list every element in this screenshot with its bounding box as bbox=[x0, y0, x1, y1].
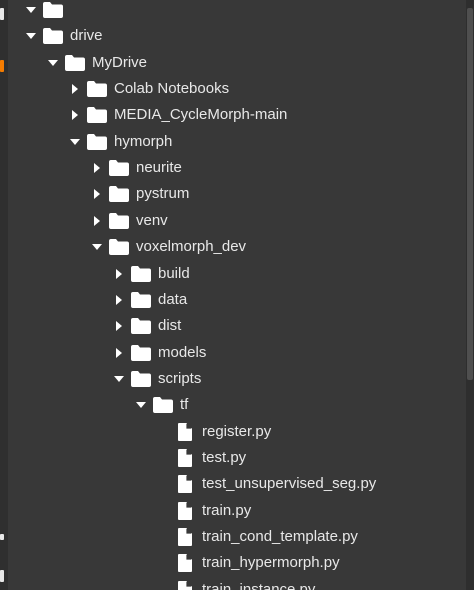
folder-row[interactable]: venv bbox=[88, 208, 466, 234]
folder-icon bbox=[128, 261, 154, 287]
file-icon bbox=[172, 445, 198, 471]
folder-row[interactable]: hymorph bbox=[66, 129, 466, 155]
caret-right-icon[interactable] bbox=[110, 287, 128, 313]
folder-icon bbox=[128, 313, 154, 339]
folder-name: pystrum bbox=[136, 185, 190, 203]
folder-row[interactable] bbox=[22, 0, 466, 23]
caret-right-icon[interactable] bbox=[110, 261, 128, 287]
caret-down-icon[interactable] bbox=[22, 23, 40, 49]
file-name: train_cond_template.py bbox=[202, 528, 358, 545]
folder-row[interactable]: Colab Notebooks bbox=[66, 76, 466, 102]
file-row[interactable]: test_unsupervised_seg.py bbox=[154, 471, 466, 497]
file-name: train_hypermorph.py bbox=[202, 554, 340, 572]
folder-icon bbox=[40, 23, 66, 49]
file-row[interactable]: test.py bbox=[154, 445, 466, 471]
folder-icon bbox=[106, 234, 132, 260]
file-row[interactable]: train_hypermorph.py bbox=[154, 550, 466, 576]
file-row[interactable]: train.py bbox=[154, 498, 466, 524]
folder-icon bbox=[128, 340, 154, 366]
folder-name: data bbox=[158, 290, 188, 308]
file-row[interactable]: train_cond_template.py bbox=[154, 524, 466, 550]
folder-name: MyDrive bbox=[92, 53, 147, 71]
folder-row[interactable]: tf bbox=[132, 392, 466, 418]
folder-name: models bbox=[158, 343, 207, 361]
caret-down-icon[interactable] bbox=[110, 366, 128, 392]
file-row[interactable]: register.py bbox=[154, 419, 466, 445]
folder-icon bbox=[84, 129, 110, 155]
scrollbar-thumb[interactable] bbox=[467, 8, 473, 380]
folder-row[interactable]: voxelmorph_dev bbox=[88, 234, 466, 260]
caret-down-icon[interactable] bbox=[132, 392, 150, 418]
arrow-spacer bbox=[154, 498, 172, 524]
folder-name: scripts bbox=[158, 369, 202, 387]
folder-row[interactable]: models bbox=[110, 340, 466, 366]
file-name: register.py bbox=[202, 422, 272, 440]
folder-row[interactable]: data bbox=[110, 287, 466, 313]
folder-name: MEDIA_CycleMorph-main bbox=[114, 106, 288, 124]
folder-row[interactable]: neurite bbox=[88, 155, 466, 181]
folder-name: neurite bbox=[136, 159, 182, 177]
folder-row[interactable]: MEDIA_CycleMorph-main bbox=[66, 102, 466, 128]
file-icon bbox=[172, 419, 198, 445]
folder-name: drive bbox=[70, 27, 103, 45]
caret-right-icon[interactable] bbox=[66, 102, 84, 128]
folder-name: Colab Notebooks bbox=[114, 80, 230, 98]
vertical-scrollbar[interactable] bbox=[466, 0, 474, 590]
file-tree: drive MyDrive Colab Notebooks MEDIA_CycleMo… bbox=[0, 0, 466, 590]
folder-row[interactable]: dist bbox=[110, 313, 466, 339]
folder-icon bbox=[128, 287, 154, 313]
file-icon bbox=[172, 577, 198, 590]
folder-icon bbox=[128, 366, 154, 392]
folder-icon bbox=[106, 155, 132, 181]
caret-down-icon[interactable] bbox=[44, 50, 62, 76]
arrow-spacer bbox=[154, 471, 172, 497]
file-name: test_unsupervised_seg.py bbox=[202, 475, 377, 493]
file-icon bbox=[172, 471, 198, 497]
arrow-spacer bbox=[154, 419, 172, 445]
folder-icon bbox=[62, 50, 88, 76]
file-row[interactable]: train_instance.py bbox=[154, 577, 466, 590]
folder-name: tf bbox=[180, 396, 189, 414]
caret-down-icon[interactable] bbox=[88, 234, 106, 260]
folder-row[interactable]: drive bbox=[22, 23, 466, 49]
folder-name: build bbox=[158, 264, 190, 282]
arrow-spacer bbox=[154, 550, 172, 576]
caret-right-icon[interactable] bbox=[110, 313, 128, 339]
file-icon bbox=[172, 550, 198, 576]
folder-name: voxelmorph_dev bbox=[136, 238, 247, 256]
folder-icon bbox=[40, 0, 66, 23]
folder-icon bbox=[106, 208, 132, 234]
folder-name: dist bbox=[158, 317, 182, 335]
folder-icon bbox=[106, 181, 132, 207]
folder-icon bbox=[84, 102, 110, 128]
folder-row[interactable]: pystrum bbox=[88, 181, 466, 207]
file-name: train_instance.py bbox=[202, 580, 316, 590]
folder-icon bbox=[84, 76, 110, 102]
caret-right-icon[interactable] bbox=[88, 208, 106, 234]
arrow-spacer bbox=[154, 445, 172, 471]
folder-name: hymorph bbox=[114, 132, 173, 150]
file-icon bbox=[172, 524, 198, 550]
caret-right-icon[interactable] bbox=[88, 181, 106, 207]
arrow-spacer bbox=[154, 577, 172, 590]
folder-name: venv bbox=[136, 211, 168, 229]
caret-down-icon[interactable] bbox=[66, 129, 84, 155]
folder-row[interactable]: build bbox=[110, 261, 466, 287]
folder-row[interactable]: scripts bbox=[110, 366, 466, 392]
caret-right-icon[interactable] bbox=[66, 76, 84, 102]
file-name: train.py bbox=[202, 501, 252, 519]
folder-icon bbox=[150, 392, 176, 418]
caret-right-icon[interactable] bbox=[110, 340, 128, 366]
caret-right-icon[interactable] bbox=[88, 155, 106, 181]
caret-down-icon[interactable] bbox=[22, 0, 40, 23]
file-name: test.py bbox=[202, 448, 247, 466]
folder-row[interactable]: MyDrive bbox=[44, 50, 466, 76]
arrow-spacer bbox=[154, 524, 172, 550]
file-icon bbox=[172, 498, 198, 524]
